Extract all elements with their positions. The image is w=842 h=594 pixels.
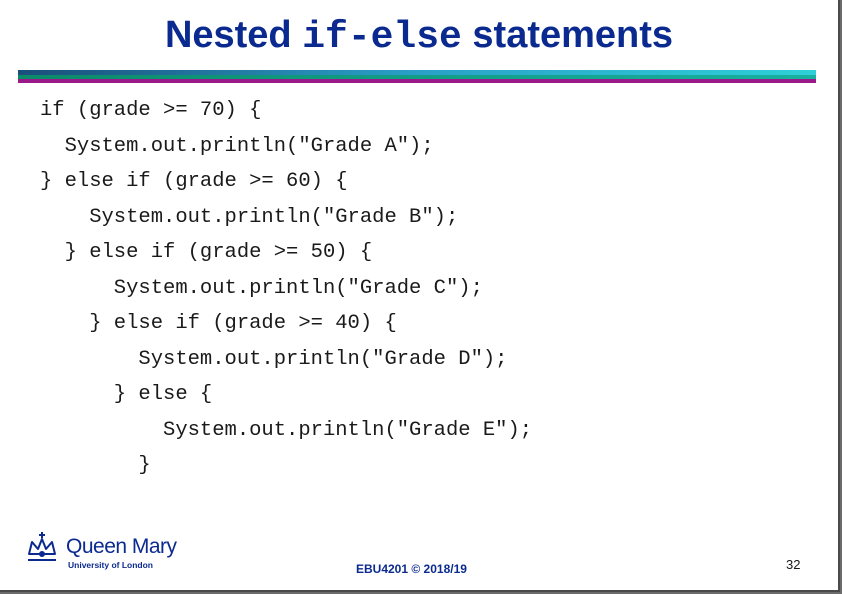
code-line: } else if (grade >= 60) { [40, 170, 348, 193]
code-line: } [40, 454, 151, 477]
header-divider-bottom [18, 79, 816, 83]
page-number: 32 [786, 557, 801, 572]
code-line: } else if (grade >= 50) { [40, 241, 373, 264]
logo-wordmark: Queen Mary [66, 535, 177, 558]
code-line: System.out.println("Grade A"); [40, 134, 434, 158]
title-text-pre: Nested [164, 14, 303, 56]
course-footer: EBU4201 © 2018/19 [356, 562, 467, 576]
code-line: } else { [40, 383, 213, 406]
slide: Nested if-else statements if (grade >= 7… [0, 0, 840, 592]
slide-title: Nested if-else statements [0, 12, 838, 61]
code-line: } else if (grade >= 40) { [40, 312, 397, 335]
code-line: if (grade >= 70) { [40, 99, 262, 122]
code-line: System.out.println("Grade D"); [40, 347, 508, 371]
logo-subtitle: University of London [68, 560, 153, 570]
crown-icon [24, 530, 60, 566]
title-text-post: statements [461, 14, 674, 56]
code-line: System.out.println("Grade B"); [40, 205, 459, 229]
code-line: System.out.println("Grade E"); [40, 418, 533, 442]
code-block: if (grade >= 70) { System.out.println("G… [40, 93, 532, 484]
university-logo: Queen Mary University of London [22, 528, 212, 574]
title-code-keyword: if-else [302, 16, 462, 59]
code-line: System.out.println("Grade C"); [40, 276, 483, 300]
